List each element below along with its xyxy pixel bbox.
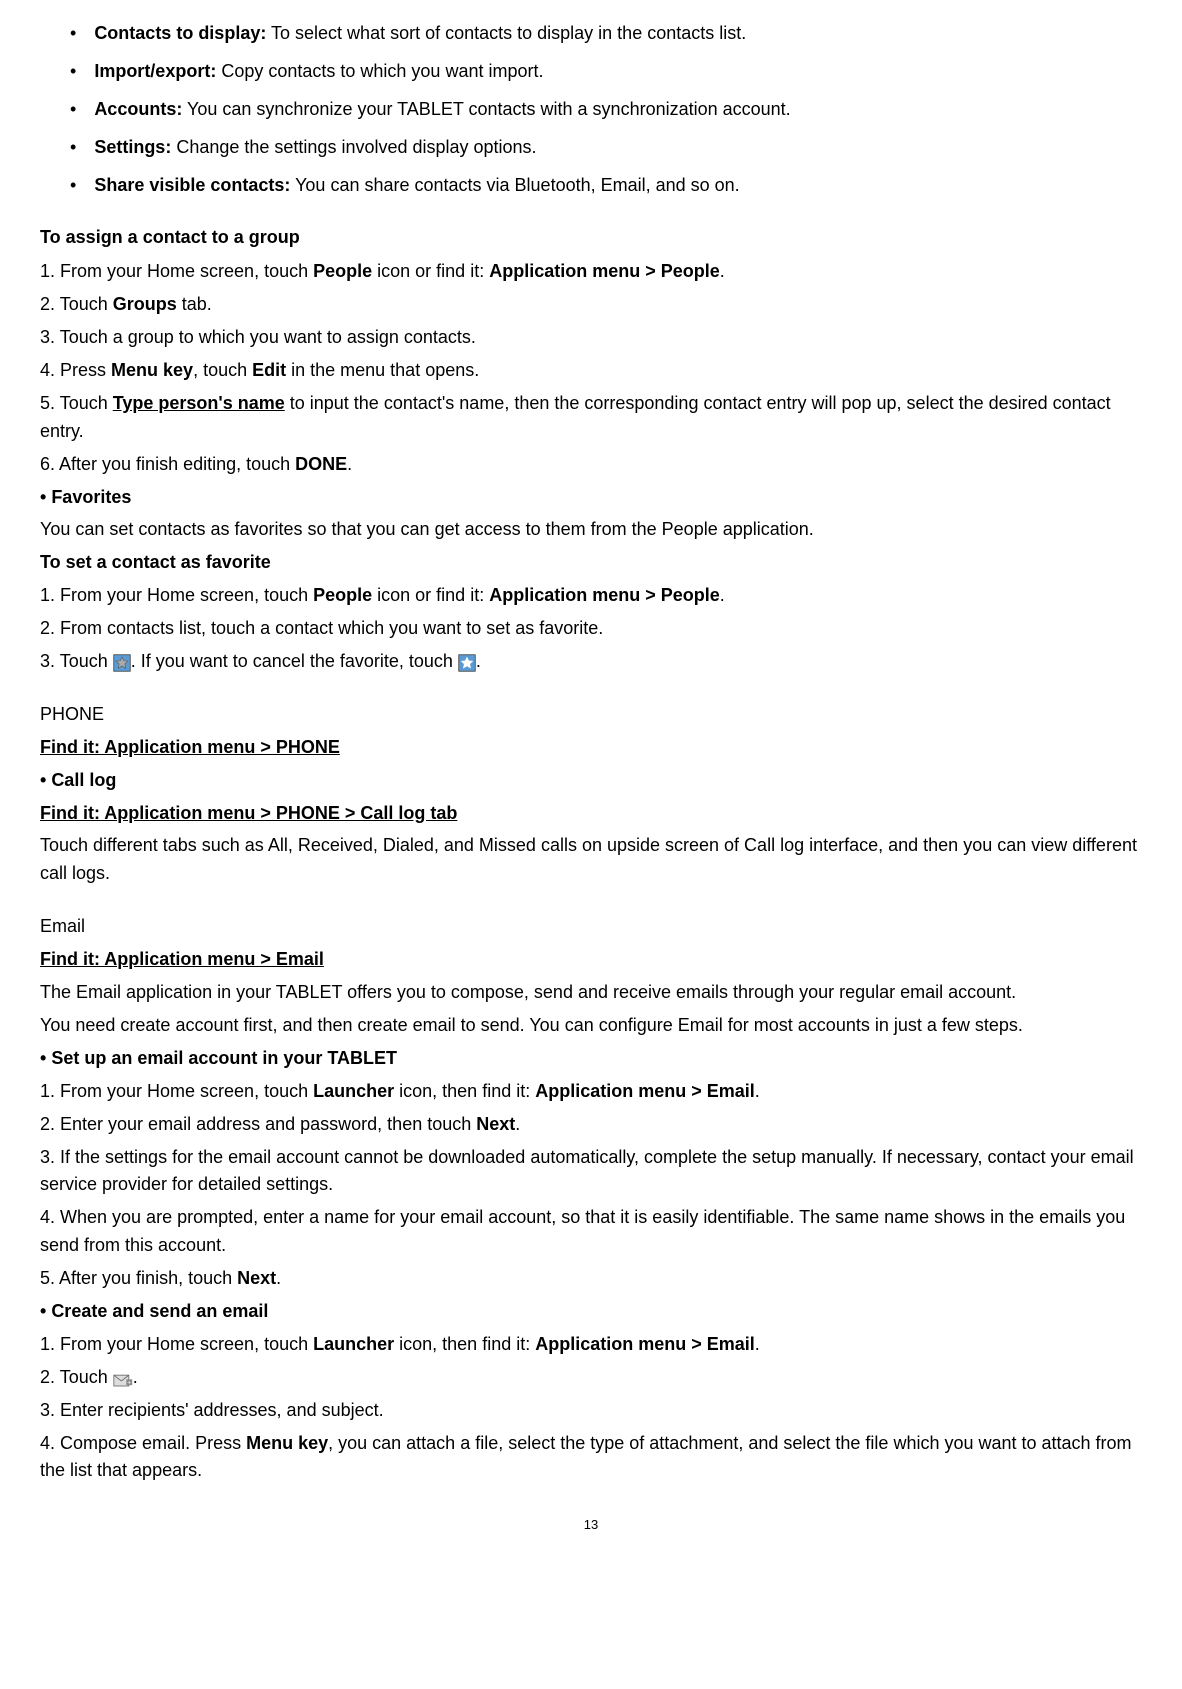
bullet-text: You can synchronize your TABLET contacts… bbox=[182, 99, 790, 119]
phone-heading: PHONE bbox=[40, 701, 1142, 729]
assign-step-2: 2. Touch Groups tab. bbox=[40, 291, 1142, 319]
bullet-item: Share visible contacts: You can share co… bbox=[40, 172, 1142, 200]
setup-step-1: 1. From your Home screen, touch Launcher… bbox=[40, 1078, 1142, 1106]
create-step-2: 2. Touch +. bbox=[40, 1364, 1142, 1392]
bullet-item: Contacts to display: To select what sort… bbox=[40, 20, 1142, 48]
favorites-heading: • Favorites bbox=[40, 484, 1142, 512]
bullet-text: Copy contacts to which you want import. bbox=[216, 61, 543, 81]
email-desc-1: The Email application in your TABLET off… bbox=[40, 979, 1142, 1007]
assign-step-1: 1. From your Home screen, touch People i… bbox=[40, 258, 1142, 286]
calllog-desc: Touch different tabs such as All, Receiv… bbox=[40, 832, 1142, 888]
options-bullet-list: Contacts to display: To select what sort… bbox=[40, 20, 1142, 199]
email-desc-2: You need create account first, and then … bbox=[40, 1012, 1142, 1040]
bullet-label: Settings: bbox=[94, 137, 171, 157]
compose-email-icon: + bbox=[113, 1370, 133, 1386]
email-heading: Email bbox=[40, 913, 1142, 941]
assign-step-6: 6. After you finish editing, touch DONE. bbox=[40, 451, 1142, 479]
fav-step-1: 1. From your Home screen, touch People i… bbox=[40, 582, 1142, 610]
svg-text:+: + bbox=[127, 1379, 131, 1386]
favorites-desc: You can set contacts as favorites so tha… bbox=[40, 516, 1142, 544]
bullet-item: Import/export: Copy contacts to which yo… bbox=[40, 58, 1142, 86]
calllog-findit: Find it: Application menu > PHONE > Call… bbox=[40, 800, 1142, 828]
assign-group-heading: To assign a contact to a group bbox=[40, 224, 1142, 252]
setup-step-3: 3. If the settings for the email account… bbox=[40, 1144, 1142, 1200]
bullet-item: Settings: Change the settings involved d… bbox=[40, 134, 1142, 162]
create-step-4: 4. Compose email. Press Menu key, you ca… bbox=[40, 1430, 1142, 1486]
setup-step-5: 5. After you finish, touch Next. bbox=[40, 1265, 1142, 1293]
setup-heading: • Set up an email account in your TABLET bbox=[40, 1045, 1142, 1073]
bullet-text: You can share contacts via Bluetooth, Em… bbox=[290, 175, 739, 195]
assign-step-3: 3. Touch a group to which you want to as… bbox=[40, 324, 1142, 352]
page-number: 13 bbox=[40, 1515, 1142, 1535]
create-heading: • Create and send an email bbox=[40, 1298, 1142, 1326]
bullet-text: To select what sort of contacts to displ… bbox=[266, 23, 746, 43]
bullet-label: Accounts: bbox=[94, 99, 182, 119]
email-findit: Find it: Application menu > Email bbox=[40, 946, 1142, 974]
bullet-label: Contacts to display: bbox=[94, 23, 266, 43]
fav-step-3: 3. Touch . If you want to cancel the fav… bbox=[40, 648, 1142, 676]
create-step-3: 3. Enter recipients' addresses, and subj… bbox=[40, 1397, 1142, 1425]
assign-step-5: 5. Touch Type person's name to input the… bbox=[40, 390, 1142, 446]
star-filled-icon bbox=[458, 653, 476, 671]
phone-findit: Find it: Application menu > PHONE bbox=[40, 734, 1142, 762]
setup-step-4: 4. When you are prompted, enter a name f… bbox=[40, 1204, 1142, 1260]
assign-step-4: 4. Press Menu key, touch Edit in the men… bbox=[40, 357, 1142, 385]
create-step-1: 1. From your Home screen, touch Launcher… bbox=[40, 1331, 1142, 1359]
favorites-subheading: To set a contact as favorite bbox=[40, 549, 1142, 577]
star-outline-icon bbox=[113, 653, 131, 671]
bullet-item: Accounts: You can synchronize your TABLE… bbox=[40, 96, 1142, 124]
setup-step-2: 2. Enter your email address and password… bbox=[40, 1111, 1142, 1139]
bullet-text: Change the settings involved display opt… bbox=[171, 137, 536, 157]
fav-step-2: 2. From contacts list, touch a contact w… bbox=[40, 615, 1142, 643]
bullet-label: Share visible contacts: bbox=[94, 175, 290, 195]
bullet-label: Import/export: bbox=[94, 61, 216, 81]
calllog-heading: • Call log bbox=[40, 767, 1142, 795]
